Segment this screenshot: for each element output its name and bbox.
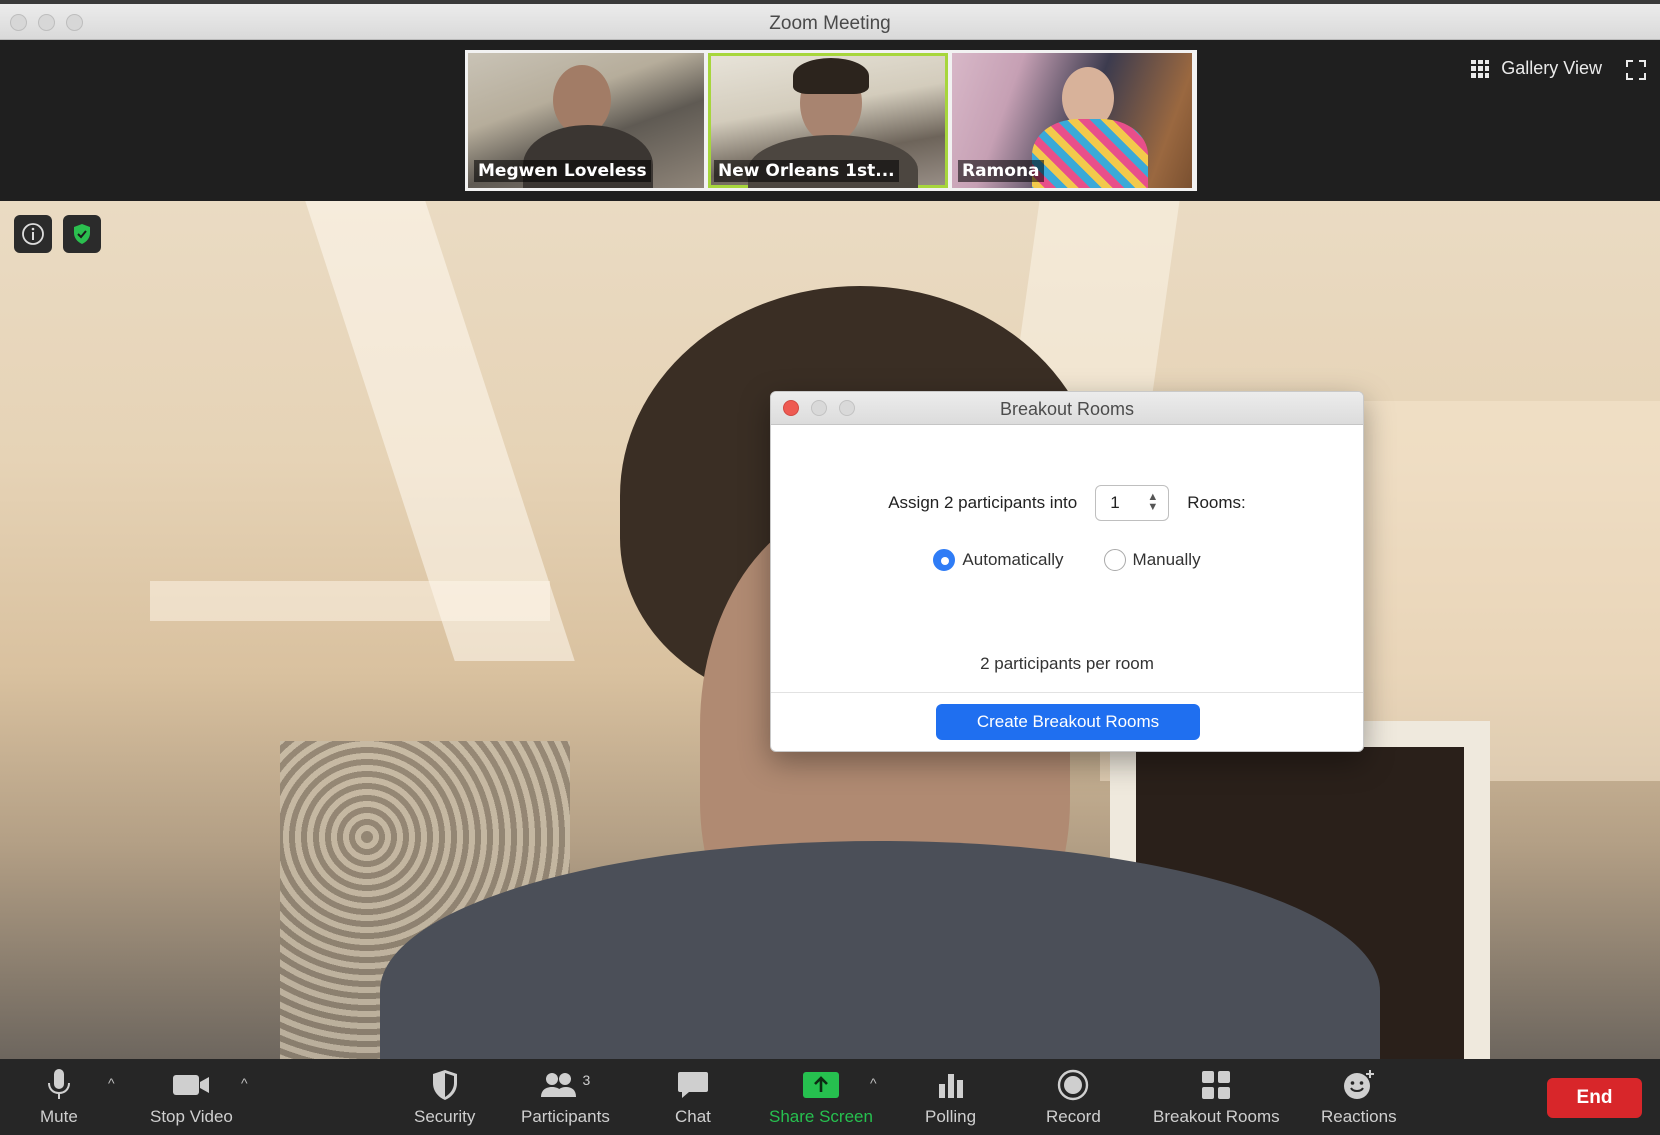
window-titlebar: Zoom Meeting xyxy=(0,0,1660,40)
share-options-chevron-icon[interactable]: ^ xyxy=(870,1075,877,1091)
shield-icon xyxy=(432,1070,457,1100)
participant-body xyxy=(1032,119,1148,188)
reactions-button[interactable]: Reactions xyxy=(1321,1067,1397,1127)
participant-name: Megwen Loveless xyxy=(474,160,651,182)
video-camera-icon xyxy=(173,1075,210,1095)
participants-button[interactable]: 3 Participants xyxy=(521,1067,610,1127)
meeting-info-button[interactable] xyxy=(14,215,52,253)
stop-video-button[interactable]: Stop Video xyxy=(150,1067,233,1127)
reactions-label: Reactions xyxy=(1321,1107,1397,1126)
participant-hair xyxy=(793,58,869,94)
participants-count: 3 xyxy=(582,1072,591,1088)
end-meeting-button[interactable]: End xyxy=(1547,1078,1642,1118)
participant-name: New Orleans 1st... xyxy=(714,160,899,182)
polling-label: Polling xyxy=(925,1107,977,1126)
rooms-stepper[interactable]: 1 ▲ ▼ xyxy=(1095,485,1170,521)
video-options-chevron-icon[interactable]: ^ xyxy=(241,1075,248,1091)
polling-button[interactable]: Polling xyxy=(925,1067,976,1127)
radio-unselected-icon[interactable] xyxy=(1103,549,1126,571)
stepper-arrows-icon[interactable]: ▲ ▼ xyxy=(1147,492,1158,513)
share-screen-button[interactable]: Share Screen xyxy=(769,1067,873,1127)
encryption-status-button[interactable] xyxy=(63,215,101,253)
bar-chart-icon xyxy=(938,1074,963,1098)
record-button[interactable]: Record xyxy=(1046,1067,1101,1127)
participant-thumbnail[interactable]: Megwen Loveless xyxy=(468,53,704,188)
participant-thumbnail-active[interactable]: New Orleans 1st... xyxy=(708,53,948,188)
record-label: Record xyxy=(1046,1107,1101,1126)
zoom-window: Zoom Meeting Megwen Loveless New Orleans… xyxy=(0,0,1660,1135)
mute-button[interactable]: Mute xyxy=(40,1067,78,1127)
fullscreen-icon[interactable] xyxy=(1626,60,1646,80)
security-label: Security xyxy=(414,1107,476,1126)
microphone-icon xyxy=(47,1069,70,1099)
participants-label: Participants xyxy=(521,1107,610,1126)
video-background xyxy=(150,581,550,621)
radio-manually[interactable]: Manually xyxy=(1103,549,1201,571)
create-breakout-rooms-button[interactable]: Create Breakout Rooms xyxy=(936,704,1200,740)
info-icon xyxy=(22,223,44,245)
window-title: Zoom Meeting xyxy=(769,13,891,34)
radio-selected-icon[interactable] xyxy=(933,549,956,571)
participants-per-room: 2 participants per room xyxy=(980,654,1154,673)
share-screen-label: Share Screen xyxy=(769,1107,873,1126)
stop-video-label: Stop Video xyxy=(150,1107,233,1126)
participants-icon xyxy=(540,1073,576,1097)
dialog-title: Breakout Rooms xyxy=(999,399,1135,419)
dialog-divider xyxy=(771,692,1363,693)
gallery-view-button[interactable]: Gallery View xyxy=(1471,58,1602,79)
rooms-value: 1 xyxy=(1110,493,1120,512)
audio-options-chevron-icon[interactable]: ^ xyxy=(108,1075,115,1091)
chat-bubble-icon xyxy=(677,1072,708,1098)
reactions-smiley-icon xyxy=(1343,1070,1374,1099)
radio-manually-label: Manually xyxy=(1132,550,1201,569)
assignment-mode: Automatically Manually xyxy=(771,549,1363,571)
assign-row: Assign 2 participants into 1 ▲ ▼ Rooms: xyxy=(771,485,1363,521)
chat-button[interactable]: Chat xyxy=(675,1067,711,1127)
gallery-view-label: Gallery View xyxy=(1501,58,1602,78)
assign-label: Assign 2 participants into xyxy=(888,493,1078,512)
chat-label: Chat xyxy=(675,1107,711,1126)
participants-strip: Megwen Loveless New Orleans 1st... Ramon… xyxy=(0,40,1660,201)
breakout-rooms-button[interactable]: Breakout Rooms xyxy=(1153,1067,1280,1127)
participant-name: Ramona xyxy=(958,160,1044,182)
radio-automatically[interactable]: Automatically xyxy=(933,549,1064,571)
thumbnail-row: Megwen Loveless New Orleans 1st... Ramon… xyxy=(465,50,1197,191)
grid-icon xyxy=(1471,59,1490,78)
record-icon xyxy=(1058,1069,1089,1101)
radio-automatically-label: Automatically xyxy=(962,550,1064,569)
rooms-label: Rooms: xyxy=(1187,493,1246,512)
share-screen-icon xyxy=(802,1072,839,1098)
mute-label: Mute xyxy=(40,1107,78,1126)
breakout-rooms-label: Breakout Rooms xyxy=(1153,1107,1280,1126)
dialog-titlebar: Breakout Rooms xyxy=(771,392,1363,425)
security-button[interactable]: Security xyxy=(414,1067,475,1127)
breakout-rooms-icon xyxy=(1202,1071,1231,1099)
meeting-toolbar: Mute ^ Stop Video ^ Security 3 Participa… xyxy=(0,1059,1660,1135)
participant-thumbnail[interactable]: Ramona xyxy=(952,53,1192,188)
shield-check-icon xyxy=(74,224,90,244)
breakout-rooms-dialog: Breakout Rooms Assign 2 participants int… xyxy=(770,391,1364,752)
